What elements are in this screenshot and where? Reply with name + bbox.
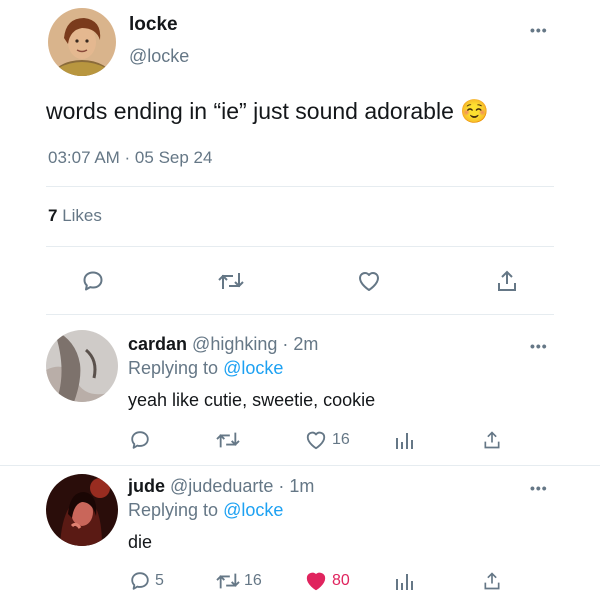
replying-to-label: Replying to bbox=[128, 358, 219, 378]
analytics-icon bbox=[396, 574, 413, 590]
heart-icon bbox=[306, 431, 326, 450]
avatar-illustration bbox=[48, 8, 116, 76]
like-count: 16 bbox=[332, 431, 350, 448]
replying-to: Replying to @locke bbox=[128, 500, 283, 521]
share-button[interactable] bbox=[480, 428, 504, 452]
like-button[interactable] bbox=[304, 428, 328, 452]
reply-text: die bbox=[128, 532, 153, 552]
retweet-count: 16 bbox=[244, 572, 262, 589]
avatar-photo bbox=[46, 474, 118, 546]
retweet-icon bbox=[218, 273, 244, 289]
analytics-button[interactable] bbox=[392, 569, 416, 593]
tweet-timestamp: 03:07 AM · 05 Sep 24 bbox=[48, 148, 213, 167]
reply-header: cardan @highking · 2m bbox=[128, 334, 318, 355]
share-icon bbox=[484, 572, 500, 590]
avatar[interactable] bbox=[46, 330, 118, 402]
heart-icon bbox=[359, 272, 379, 291]
avatar-photo bbox=[46, 330, 118, 402]
reply-icon bbox=[131, 572, 149, 590]
reply-display-name[interactable]: cardan bbox=[128, 334, 187, 354]
divider bbox=[46, 314, 554, 315]
like-button[interactable] bbox=[354, 266, 384, 296]
avatar[interactable] bbox=[46, 474, 118, 546]
retweet-icon bbox=[216, 573, 240, 589]
likes-summary[interactable]: 7 Likes bbox=[48, 206, 102, 226]
divider bbox=[46, 246, 554, 247]
more-options-icon[interactable]: ••• bbox=[530, 338, 548, 354]
reply-icon bbox=[83, 271, 103, 291]
reply-button[interactable] bbox=[128, 569, 152, 593]
replying-to-handle[interactable]: @locke bbox=[223, 500, 283, 520]
more-options-icon[interactable]: ••• bbox=[530, 480, 548, 496]
like-button[interactable] bbox=[304, 569, 328, 593]
divider bbox=[0, 465, 600, 466]
reply-count: 5 bbox=[155, 572, 164, 589]
author-handle[interactable]: @locke bbox=[129, 46, 189, 67]
reply-button[interactable] bbox=[128, 428, 152, 452]
retweet-button[interactable] bbox=[214, 569, 242, 593]
likes-label: Likes bbox=[62, 206, 102, 225]
retweet-button[interactable] bbox=[214, 266, 248, 296]
tweet-text: words ending in “ie” just sound adorable… bbox=[46, 98, 489, 124]
avatar[interactable] bbox=[48, 8, 116, 76]
share-button[interactable] bbox=[480, 569, 504, 593]
likes-count: 7 bbox=[48, 206, 58, 225]
reply-display-name[interactable]: jude bbox=[128, 476, 165, 496]
reply-icon bbox=[131, 431, 149, 449]
share-icon bbox=[484, 431, 500, 449]
analytics-icon bbox=[396, 433, 413, 449]
author-display-name[interactable]: locke bbox=[129, 14, 178, 36]
share-icon bbox=[498, 270, 516, 291]
replying-to-handle[interactable]: @locke bbox=[223, 358, 283, 378]
divider bbox=[46, 186, 554, 187]
replying-to-label: Replying to bbox=[128, 500, 219, 520]
reply-text: yeah like cutie, sweetie, cookie bbox=[128, 390, 376, 410]
analytics-button[interactable] bbox=[392, 428, 416, 452]
reply-header: jude @judeduarte · 1m bbox=[128, 476, 314, 497]
replying-to: Replying to @locke bbox=[128, 358, 283, 379]
reply-button[interactable] bbox=[78, 266, 108, 296]
reply-age: · 1m bbox=[278, 476, 315, 496]
retweet-icon bbox=[216, 432, 240, 448]
share-button[interactable] bbox=[492, 266, 522, 296]
reply-handle[interactable]: @highking bbox=[192, 334, 277, 354]
heart-filled-icon bbox=[306, 572, 326, 591]
reply-age: · 2m bbox=[282, 334, 319, 354]
reply-handle[interactable]: @judeduarte bbox=[170, 476, 273, 496]
retweet-button[interactable] bbox=[214, 428, 242, 452]
like-count: 80 bbox=[332, 572, 350, 589]
more-options-icon[interactable]: ••• bbox=[530, 22, 548, 38]
